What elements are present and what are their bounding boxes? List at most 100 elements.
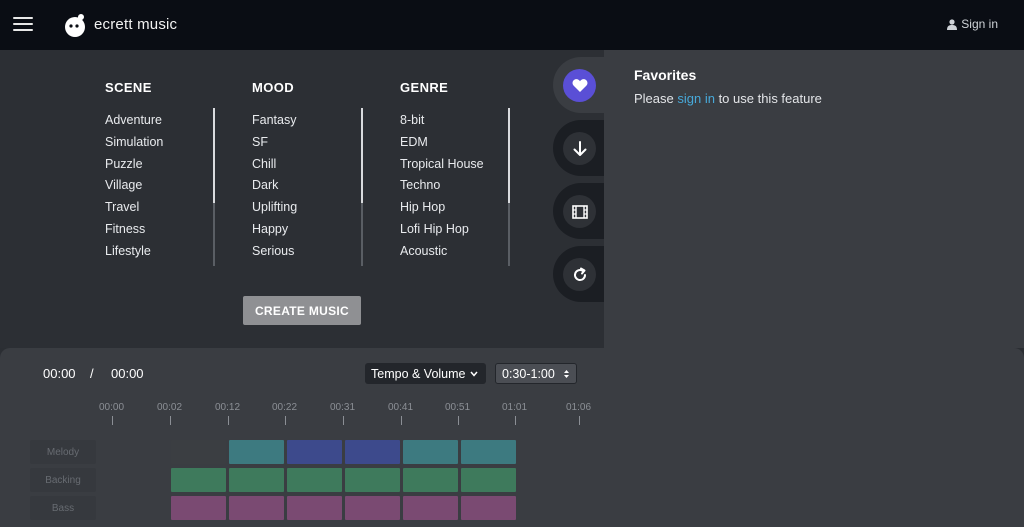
timeline-tick [343, 416, 344, 425]
current-time: 00:00 [43, 366, 76, 381]
download-icon [573, 140, 586, 156]
mood-item[interactable]: Fantasy [252, 110, 297, 132]
track-block[interactable] [171, 440, 226, 464]
chevron-down-icon [469, 371, 478, 377]
track-block[interactable] [461, 468, 516, 492]
track-block[interactable] [403, 496, 458, 520]
scene-item[interactable]: Simulation [105, 132, 163, 154]
track-block[interactable] [345, 496, 400, 520]
favorites-signin-link[interactable]: sign in [677, 91, 715, 106]
tab-download[interactable] [553, 120, 604, 176]
genre-item[interactable]: Tropical House [400, 154, 484, 176]
timeline-label: 00:22 [272, 402, 298, 413]
mood-item[interactable]: Chill [252, 154, 297, 176]
timeline-tick [401, 416, 402, 425]
track-block[interactable] [229, 496, 284, 520]
track-label-backing: Backing [30, 468, 96, 492]
tab-refresh[interactable] [553, 246, 604, 302]
track-block[interactable] [171, 468, 226, 492]
timeline-tick [579, 416, 580, 425]
top-bar: ecrett music Sign in [0, 0, 1024, 50]
film-icon [571, 204, 588, 219]
scene-item[interactable]: Puzzle [105, 154, 163, 176]
tab-video[interactable] [553, 183, 604, 239]
track-block[interactable] [345, 468, 400, 492]
mood-item[interactable]: Happy [252, 219, 297, 241]
track-block[interactable] [229, 468, 284, 492]
favorites-message-before: Please [634, 91, 678, 106]
scene-column: SCENE Adventure Simulation Puzzle Villag… [105, 80, 163, 260]
track-block[interactable] [403, 440, 458, 464]
track-block[interactable] [287, 468, 342, 492]
scene-scrollbar[interactable] [213, 108, 215, 266]
genre-item[interactable]: Acoustic [400, 241, 484, 260]
track-block[interactable] [403, 468, 458, 492]
genre-heading: GENRE [400, 80, 449, 95]
timeline-tick [515, 416, 516, 425]
mood-item[interactable]: Serious [252, 241, 297, 260]
timeline-tick [285, 416, 286, 425]
create-music-button[interactable]: CREATE MUSIC [243, 296, 361, 325]
scene-item[interactable]: Adventure [105, 110, 163, 132]
track-block[interactable] [461, 496, 516, 520]
scrollbar-thumb[interactable] [213, 108, 215, 203]
genre-scrollbar[interactable] [508, 108, 510, 266]
logo-icon [65, 14, 85, 37]
timeline-tick [458, 416, 459, 425]
signin-link[interactable]: Sign in [947, 17, 998, 31]
track-block[interactable] [287, 496, 342, 520]
mode-select[interactable]: Tempo & Volume [365, 363, 486, 384]
timeline-tick [112, 416, 113, 425]
mood-column: MOOD Fantasy SF Chill Dark Uplifting Hap… [252, 80, 297, 260]
favorites-panel: Favorites Please sign in to use this fea… [604, 50, 1024, 348]
scene-list[interactable]: Adventure Simulation Puzzle Village Trav… [105, 110, 163, 260]
player-panel: 00:00 / 00:00 Tempo & Volume 0:30-1:00 0… [0, 348, 1024, 527]
genre-item[interactable]: Hip Hop [400, 197, 484, 219]
mood-heading: MOOD [252, 80, 295, 95]
genre-column: GENRE 8-bit EDM Tropical House Techno Hi… [400, 80, 484, 260]
refresh-icon [573, 267, 586, 281]
mood-item[interactable]: SF [252, 132, 297, 154]
app-name[interactable]: ecrett music [94, 16, 177, 33]
track-block[interactable] [287, 440, 342, 464]
mode-select-value: Tempo & Volume [371, 366, 466, 381]
genre-item[interactable]: Lofi Hip Hop [400, 219, 484, 241]
heart-icon [572, 79, 587, 92]
mood-list[interactable]: Fantasy SF Chill Dark Uplifting Happy Se… [252, 110, 297, 260]
track-label-bass: Bass [30, 496, 96, 520]
track-block[interactable] [461, 440, 516, 464]
scrollbar-thumb[interactable] [361, 108, 363, 203]
tab-favorites[interactable] [553, 57, 604, 113]
mood-item[interactable]: Uplifting [252, 197, 297, 219]
scene-item[interactable]: Lifestyle [105, 241, 163, 260]
track-block[interactable] [345, 440, 400, 464]
genre-item[interactable]: EDM [400, 132, 484, 154]
mood-scrollbar[interactable] [361, 108, 363, 266]
timeline-label: 00:41 [388, 402, 414, 413]
track-block[interactable] [171, 496, 226, 520]
timeline-label: 00:00 [99, 402, 125, 413]
timeline-label: 01:06 [566, 402, 592, 413]
favorites-title: Favorites [634, 67, 697, 83]
track-label-melody: Melody [30, 440, 96, 464]
genre-list[interactable]: 8-bit EDM Tropical House Techno Hip Hop … [400, 110, 484, 260]
signin-label: Sign in [961, 17, 998, 31]
timeline-label: 00:12 [215, 402, 241, 413]
scene-item[interactable]: Fitness [105, 219, 163, 241]
user-icon [947, 18, 958, 30]
scene-item[interactable]: Village [105, 175, 163, 197]
range-select[interactable]: 0:30-1:00 [495, 363, 577, 384]
track-block[interactable] [229, 440, 284, 464]
genre-item[interactable]: 8-bit [400, 110, 484, 132]
timeline-label: 00:51 [445, 402, 471, 413]
range-select-value: 0:30-1:00 [502, 366, 555, 381]
timeline-tick [228, 416, 229, 425]
scene-item[interactable]: Travel [105, 197, 163, 219]
timeline-label: 01:01 [502, 402, 528, 413]
genre-item[interactable]: Techno [400, 175, 484, 197]
favorites-message-after: to use this feature [714, 91, 822, 106]
hamburger-menu-icon[interactable] [13, 17, 33, 31]
scrollbar-thumb[interactable] [508, 108, 510, 203]
mood-item[interactable]: Dark [252, 175, 297, 197]
timeline-tick [170, 416, 171, 425]
